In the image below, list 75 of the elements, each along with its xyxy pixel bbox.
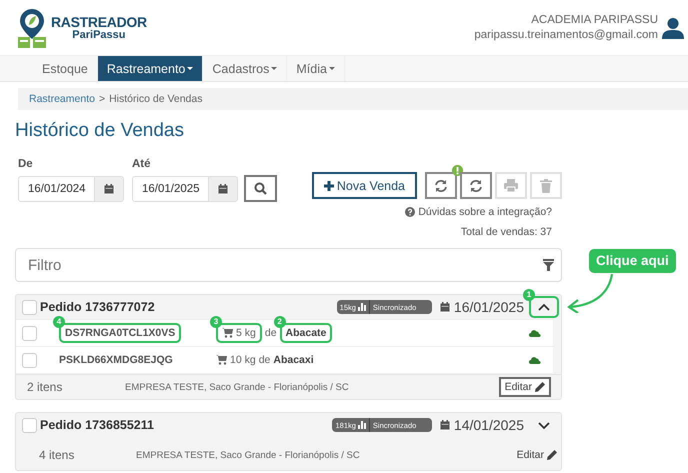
search-button[interactable] [244,175,277,202]
edit-button[interactable]: Editar [498,377,551,397]
cloud-icon [529,356,541,364]
bar-chart-icon [358,303,366,311]
sync-button[interactable] [460,172,492,199]
pencil-icon [535,382,545,392]
calendar-icon [218,184,228,194]
new-sale-button[interactable]: Nova Venda [312,172,417,199]
user-email: paripassu.treinamentos@gmail.com [474,28,658,42]
nav-tab[interactable]: Mídia [287,56,345,81]
chevron-up-icon [538,302,550,312]
filter-field[interactable]: Filtro [15,248,562,282]
question-icon [405,207,416,217]
trash-icon [540,178,552,192]
cloud-icon [529,329,541,337]
checkbox[interactable] [22,300,37,314]
filter-icon [543,259,554,271]
total-sales: Total de vendas: 37 [460,226,552,238]
checkbox[interactable] [22,418,37,432]
order-title: Pedido 1736777072 [40,300,156,314]
date-label: De [18,158,34,170]
checkbox[interactable] [22,326,37,340]
sync-icon [434,178,448,192]
connector-text: de [264,327,277,339]
date-field[interactable]: 16/01/2025 [132,176,238,202]
user-name: ACADEMIA PARIPASSU [530,12,658,28]
breadcrumb-link[interactable]: Rastreamento [29,93,95,105]
calendar-icon [440,302,450,312]
pin-logo-drawing [17,8,47,48]
sync-button[interactable] [425,172,457,199]
step-number-badge: 4 [53,316,65,328]
connector-text: de [258,354,270,366]
callout-arrow [567,274,614,313]
item-quantity: 10 kg [216,354,256,366]
step-number-badge: 2 [274,316,286,328]
company-address: EMPRESA TESTE, Saco Grande - Florianópolis / SC [136,450,361,460]
logo-subtitle: PariPassu [72,30,126,40]
logo-title: RASTREADOR [51,14,147,28]
breadcrumb-current: Histórico de Vendas [109,93,202,105]
date-field[interactable]: 16/01/2024 [18,176,124,202]
search-icon [254,182,267,195]
item-code: PSKLD66XMDG8EJQG [59,354,173,366]
order-date: 16/01/2025 [454,299,524,315]
user-icon [662,16,684,38]
bar-chart-icon [358,421,366,429]
callout-label: Clique aqui [589,249,676,273]
help-link[interactable]: Dúvidas sobre a integração? [418,206,552,218]
company-address: EMPRESA TESTE, Saco Grande - Florianópolis / SC [125,382,350,392]
calendar-icon [104,184,114,194]
page-title: Histórico de Vendas [15,120,185,142]
item-code: DS7RNGA0TCL1X0VS [59,323,182,343]
plus-icon [324,180,334,190]
nav-tab[interactable]: Cadastros [203,56,288,81]
pencil-icon [547,450,557,460]
item-count: 4 itens [39,448,76,462]
cart-icon [216,355,227,365]
order-date: 14/01/2025 [454,417,524,433]
checkbox[interactable] [22,352,37,368]
step-number-badge: 3 [210,316,222,328]
sync-icon [469,178,483,192]
breadcrumb-separator: > [98,93,106,105]
printer-icon [504,179,518,192]
order-title: Pedido 1736855211 [40,418,155,432]
caret-icon [271,67,278,70]
step-number-badge: 1 [523,289,535,301]
date-label: Até [132,158,152,170]
cart-icon [222,328,233,338]
nav-tab[interactable]: Rastreamento [98,56,204,81]
calendar-icon [440,420,450,430]
item-product: Abacaxi [273,354,314,366]
item-count: 2 itens [27,380,64,394]
caret-icon [328,67,335,70]
chevron-down-icon [538,420,550,430]
edit-button[interactable]: Editar [512,446,561,464]
caret-icon [187,67,194,70]
